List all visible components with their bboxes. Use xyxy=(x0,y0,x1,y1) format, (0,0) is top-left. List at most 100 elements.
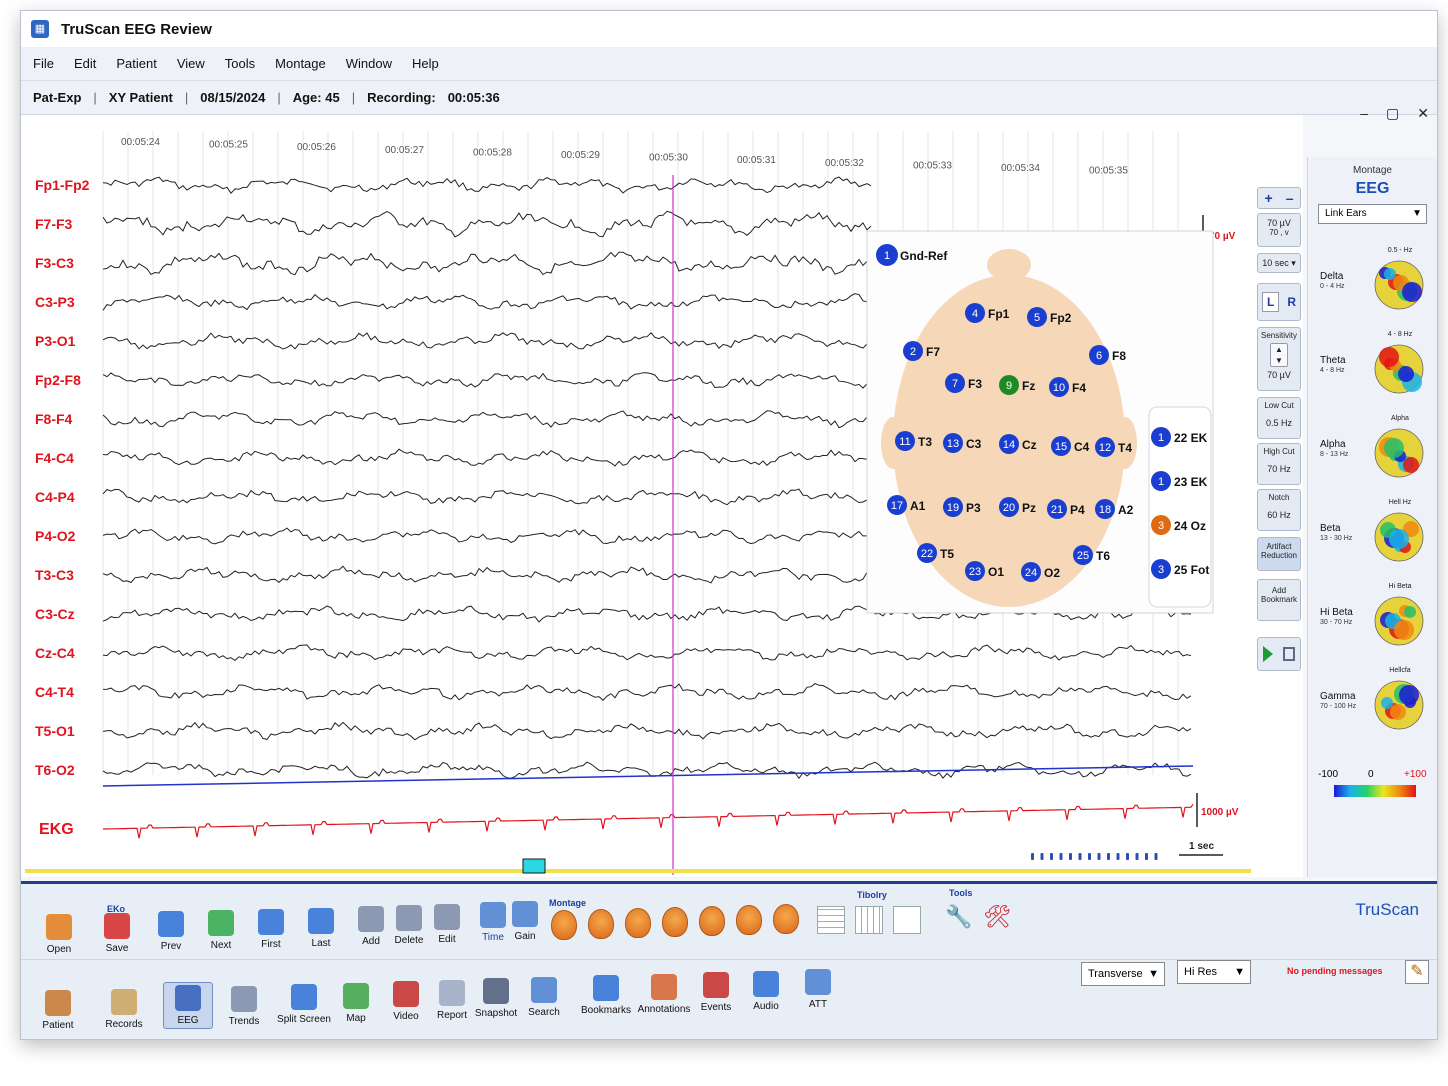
menu-file[interactable]: File xyxy=(33,56,54,71)
page-marker[interactable] xyxy=(1059,853,1063,860)
transverse-select[interactable]: Transverse ▼ xyxy=(1081,962,1165,986)
table-view-icon[interactable] xyxy=(817,906,845,934)
zoom-out-button[interactable]: – xyxy=(1286,190,1294,206)
channel-label[interactable]: C4-P4 xyxy=(35,489,75,505)
channel-label[interactable]: F7-F3 xyxy=(35,216,73,232)
page-marker[interactable] xyxy=(1050,853,1053,860)
gain-button[interactable]: Gain xyxy=(501,901,549,942)
channel-label[interactable]: F3-C3 xyxy=(35,255,74,271)
sensitivity-top[interactable]: 70 µV xyxy=(1258,218,1300,228)
snapshot-button[interactable]: Snapshot xyxy=(471,978,521,1019)
left-hemisphere-button[interactable]: L xyxy=(1261,292,1280,312)
open-button[interactable]: Open xyxy=(35,914,83,955)
eeg-waveform-canvas[interactable]: 00:05:24 00:05:25 00:05:26 00:05:27 00:05:28… xyxy=(21,115,1303,877)
page-marker[interactable] xyxy=(1107,853,1110,860)
eeg-button[interactable]: EEG xyxy=(163,982,213,1029)
page-marker[interactable] xyxy=(1040,853,1044,860)
band-gamma[interactable]: Hellcfa Gamma 70 - 100 Hz xyxy=(1318,667,1428,749)
page-marker[interactable] xyxy=(1154,853,1158,860)
patient-button[interactable]: Patient xyxy=(33,990,83,1031)
band-delta[interactable]: 0.5 - Hz Delta 0 - 4 Hz xyxy=(1318,247,1428,329)
montage-preset-icon[interactable] xyxy=(662,907,688,937)
channel-label[interactable]: Cz-C4 xyxy=(35,645,75,661)
channel-label[interactable]: P4-O2 xyxy=(35,528,76,544)
wrench-icon[interactable]: 🔧 xyxy=(945,904,972,932)
menu-view[interactable]: View xyxy=(177,56,205,71)
channel-label[interactable]: C3-P3 xyxy=(35,294,75,310)
reference-select[interactable]: Link Ears ▼ xyxy=(1318,204,1427,224)
montage-preset-icon[interactable] xyxy=(773,904,799,934)
channel-label[interactable]: F4-C4 xyxy=(35,450,74,466)
notch-value[interactable]: 60 Hz xyxy=(1258,510,1300,520)
zoom-in-button[interactable]: + xyxy=(1265,190,1273,206)
next-button[interactable]: Next xyxy=(197,910,245,951)
page-marker[interactable] xyxy=(1078,853,1082,860)
report-button[interactable]: Report xyxy=(427,979,477,1021)
prev-button[interactable]: Prev xyxy=(147,911,195,952)
channel-label[interactable]: Fp1-Fp2 xyxy=(35,177,90,193)
menu-window[interactable]: Window xyxy=(346,56,392,71)
timeline-scrollbar[interactable] xyxy=(25,869,1251,873)
band-hi-beta[interactable]: Hi Beta Hi Beta 30 - 70 Hz xyxy=(1318,583,1428,665)
bookmarks-button[interactable]: Bookmarks xyxy=(575,975,637,1016)
scroll-thumb[interactable] xyxy=(522,858,546,874)
close-button[interactable]: ✕ xyxy=(1417,105,1429,122)
montage-preset-icon[interactable] xyxy=(551,910,577,940)
montage-preset-icon[interactable] xyxy=(699,906,725,936)
add-bookmark-button[interactable]: Add Bookmark xyxy=(1257,579,1301,621)
channel-label[interactable]: P3-O1 xyxy=(35,333,76,349)
right-hemisphere-button[interactable]: R xyxy=(1287,295,1296,309)
trends-button[interactable]: Trends xyxy=(219,985,269,1027)
channel-label[interactable]: T6-O2 xyxy=(35,762,75,778)
channel-label[interactable]: C3-Cz xyxy=(35,606,75,622)
lowcut-value[interactable]: 0.5 Hz xyxy=(1258,418,1300,428)
search-button[interactable]: Search xyxy=(519,976,569,1018)
band-beta[interactable]: Hell Hz Beta 13 - 30 Hz xyxy=(1318,499,1428,581)
grid-view-icon[interactable] xyxy=(855,906,883,934)
minimize-button[interactable]: – xyxy=(1360,105,1368,122)
events-button[interactable]: Events xyxy=(691,972,741,1013)
stop-icon[interactable] xyxy=(1283,647,1295,661)
annotations-button[interactable]: Annotations xyxy=(633,973,695,1015)
sensitivity-spinner-icon[interactable]: ▲ ▼ xyxy=(1270,343,1288,367)
chart-view-icon[interactable] xyxy=(893,906,921,934)
channel-label[interactable]: C4-T4 xyxy=(35,684,74,700)
channel-label[interactable]: T3-C3 xyxy=(35,567,74,583)
band-theta[interactable]: 4 - 8 Hz Theta 4 - 8 Hz xyxy=(1318,331,1428,413)
page-marker[interactable] xyxy=(1069,853,1072,860)
att-button[interactable]: ATT xyxy=(793,969,843,1010)
channel-label[interactable]: Fp2-F8 xyxy=(35,372,81,388)
band-alpha[interactable]: Alpha Alpha 8 - 13 Hz xyxy=(1318,415,1428,497)
channel-label[interactable]: T5-O1 xyxy=(35,723,75,739)
page-marker[interactable] xyxy=(1031,853,1034,860)
artifact-reduction-button[interactable]: Artifact Reduction xyxy=(1257,537,1301,571)
maximize-button[interactable]: ▢ xyxy=(1386,105,1399,122)
menu-help[interactable]: Help xyxy=(412,56,439,71)
page-marker[interactable] xyxy=(1145,853,1148,860)
last-button[interactable]: Last xyxy=(297,907,345,949)
eeg-display-area[interactable]: 00:05:24 00:05:25 00:05:26 00:05:27 00:05:28… xyxy=(21,115,1303,877)
highcut-value[interactable]: 70 Hz xyxy=(1258,464,1300,474)
resolution-select[interactable]: Hi Res ▼ xyxy=(1177,960,1251,984)
timebase-select[interactable]: 10 sec ▾ xyxy=(1257,253,1301,273)
montage-preset-icon[interactable] xyxy=(625,908,651,938)
records-button[interactable]: Records xyxy=(99,988,149,1030)
menu-montage[interactable]: Montage xyxy=(275,56,326,71)
menu-patient[interactable]: Patient xyxy=(116,56,156,71)
menu-edit[interactable]: Edit xyxy=(74,56,96,71)
page-marker[interactable] xyxy=(1116,853,1120,860)
map-button[interactable]: Map xyxy=(331,982,381,1024)
video-button[interactable]: Video xyxy=(381,981,431,1022)
menu-tools[interactable]: Tools xyxy=(225,56,255,71)
audio-button[interactable]: Audio xyxy=(741,970,791,1012)
export-icon[interactable]: ✎ xyxy=(1405,960,1429,984)
page-marker[interactable] xyxy=(1088,853,1091,860)
edit-button[interactable]: Edit xyxy=(423,903,471,945)
save-button[interactable]: Save xyxy=(93,912,141,954)
montage-preset-icon[interactable] xyxy=(588,909,614,939)
montage-preset-icon[interactable] xyxy=(736,905,762,935)
channel-label[interactable]: F8-F4 xyxy=(35,411,73,427)
first-button[interactable]: First xyxy=(247,908,295,950)
page-marker[interactable] xyxy=(1097,853,1101,860)
screwdriver-icon[interactable]: 🛠 xyxy=(983,904,1011,932)
